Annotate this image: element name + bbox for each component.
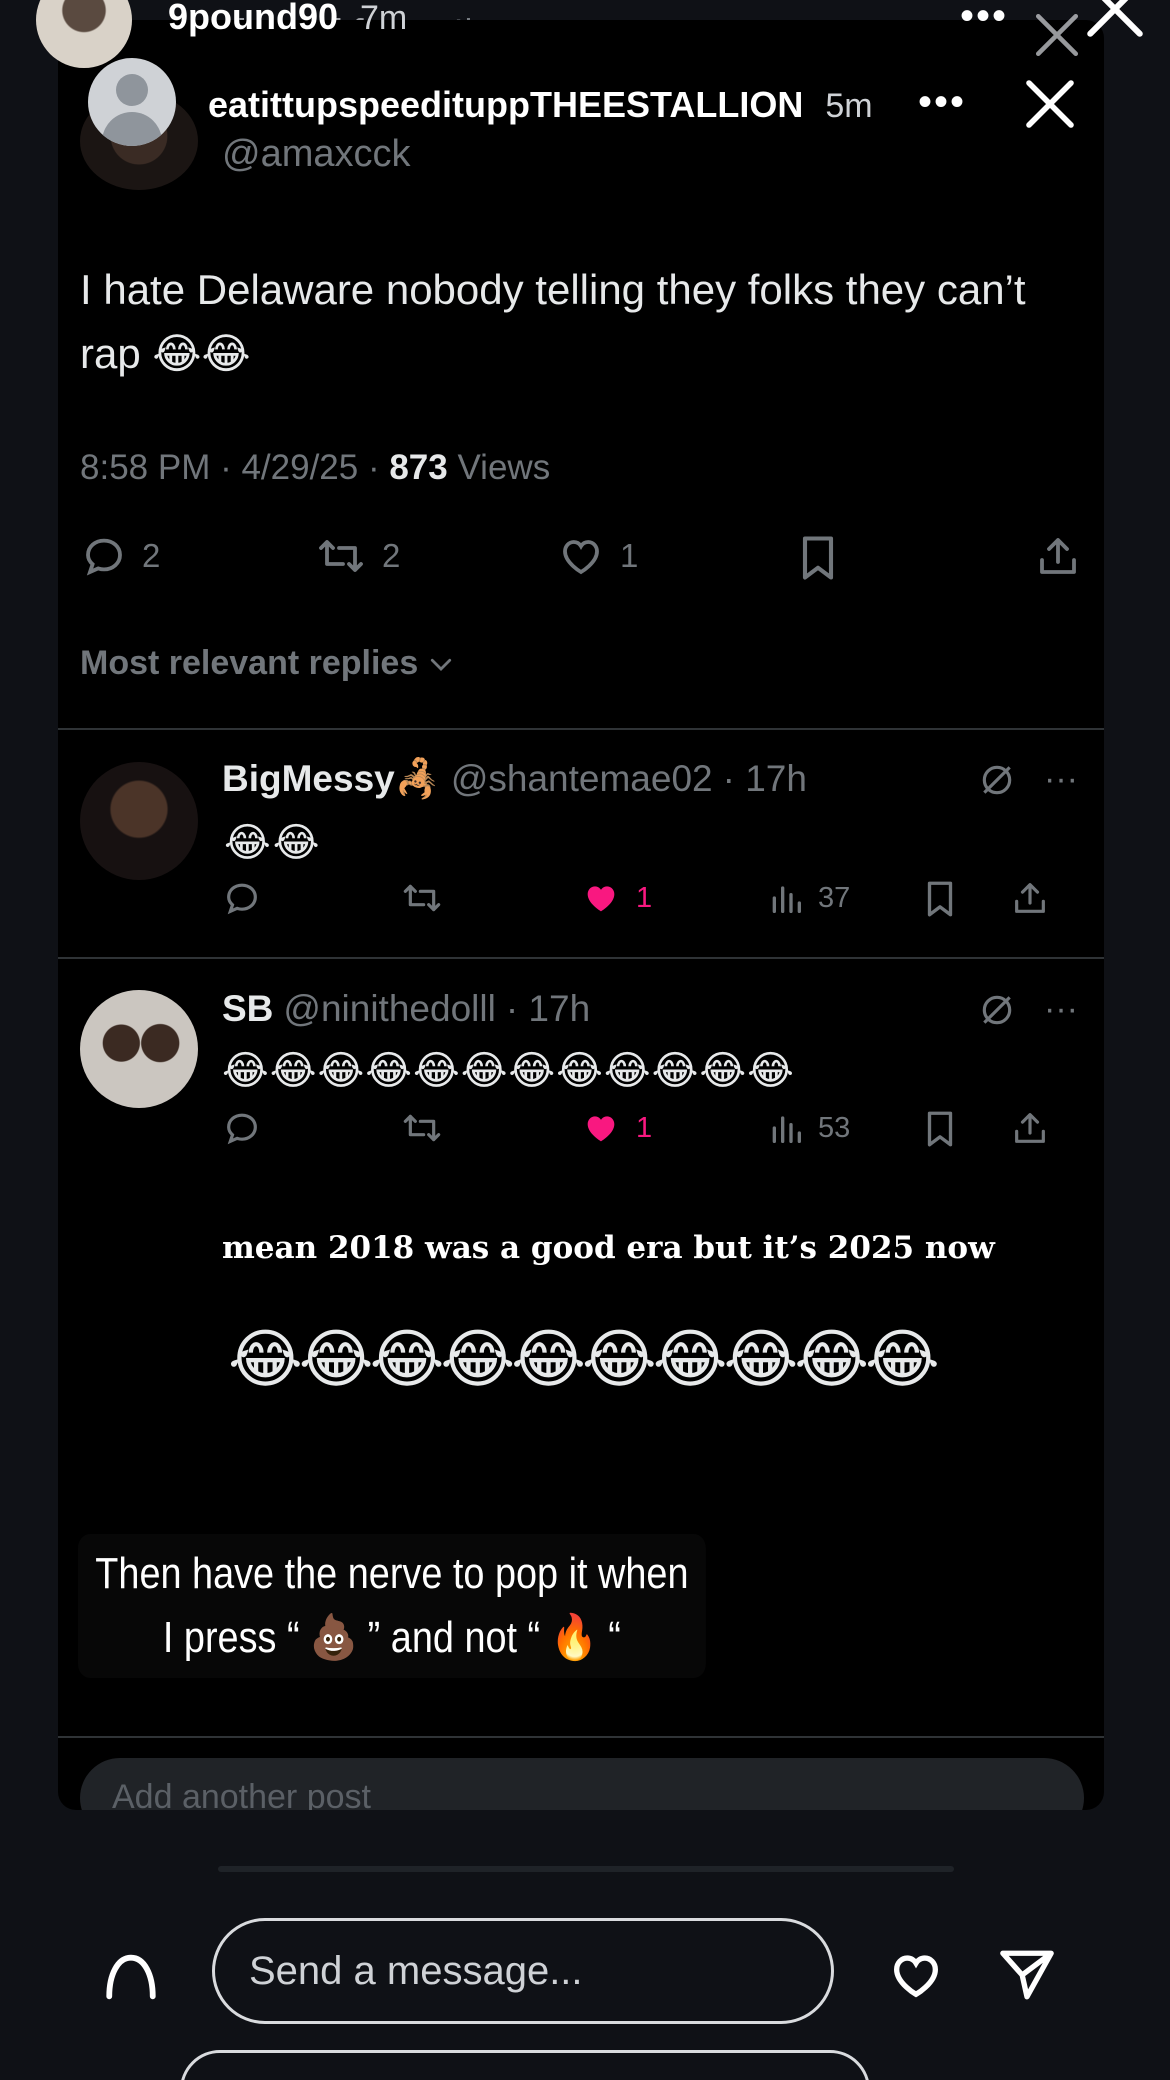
like-count: 1 — [636, 1111, 653, 1144]
tweet-meta: 8:58 PM · 4/29/25 · 873 Views — [80, 448, 550, 488]
repost-button[interactable] — [400, 878, 444, 918]
heart-icon — [587, 886, 615, 912]
bookmark-icon — [927, 881, 953, 917]
share-icon — [1015, 1113, 1045, 1143]
reply-icon — [86, 538, 122, 576]
reply-avatar-bigmessy[interactable] — [80, 762, 198, 880]
story-username[interactable]: 9pound90 — [168, 0, 338, 38]
reply-icon[interactable] — [102, 1948, 160, 2006]
bookmark-button[interactable] — [796, 532, 840, 584]
share-button[interactable] — [1010, 878, 1050, 918]
second-message-input[interactable] — [180, 2050, 870, 2080]
tweet-views-label: Views — [447, 448, 551, 487]
reply-author-handle[interactable]: @ninithedolll — [283, 988, 495, 1030]
repost-icon — [403, 1114, 441, 1142]
like-button[interactable]: 1 — [580, 1108, 652, 1148]
story-time: 7m — [360, 0, 408, 37]
reply-author-handle[interactable]: @shantemae02 — [451, 758, 713, 800]
views-icon — [772, 886, 801, 913]
close-icon[interactable] — [1022, 76, 1078, 132]
reply-icon — [227, 883, 257, 915]
reply-time: · 17h — [505, 988, 591, 1029]
mid-layer-username[interactable]: eatittupspeedituppTHEESTALLION — [208, 84, 803, 126]
mid-layer-user: eatittupspeedituppTHEESTALLION 5m — [208, 84, 873, 126]
mid-layer-time: 5m — [825, 87, 873, 125]
grok-icon[interactable] — [978, 991, 1016, 1029]
replies-sort-dropdown[interactable]: Most relevant replies — [80, 644, 456, 683]
tweet-text: I hate Delaware nobody telling they folk… — [80, 266, 1026, 377]
story-caption-sticker: Then have the nerve to pop it when I pre… — [78, 1534, 706, 1678]
sheet-edge — [218, 1866, 954, 1872]
replies-sort-label: Most relevant replies — [80, 644, 419, 682]
reply-icon — [227, 1113, 257, 1145]
paper-plane-icon[interactable] — [996, 1946, 1058, 2004]
reply-count: 2 — [142, 537, 161, 574]
divider — [58, 957, 1104, 959]
more-icon[interactable]: ··· — [1044, 990, 1078, 1029]
divider — [58, 1736, 1104, 1738]
reply-author-name[interactable]: SB — [222, 988, 273, 1030]
story-user: 9pound90 7m — [168, 0, 407, 38]
divider — [58, 728, 1104, 730]
heart-icon[interactable] — [884, 1946, 948, 2004]
bookmark-button[interactable] — [922, 878, 958, 920]
story-caption-emoji: 😂😂😂😂😂😂😂😂😂😂 — [228, 1323, 940, 1395]
like-count: 1 — [636, 881, 653, 914]
views-button[interactable]: 37 — [768, 878, 850, 918]
reply-actions-sb: 1 53 — [222, 1108, 1092, 1158]
close-icon[interactable] — [1082, 0, 1148, 42]
repost-button[interactable] — [400, 1108, 444, 1148]
reply-header-sb: SB @ninithedolll · 17h — [222, 988, 590, 1030]
like-button[interactable]: 1 — [580, 878, 652, 918]
send-message-input[interactable] — [212, 1918, 834, 2024]
reply-actions-bigmessy: 1 37 — [222, 878, 1092, 928]
story-caption-text: mean 2018 was a good era but it’s 2025 n… — [222, 1230, 995, 1266]
more-icon[interactable]: ••• — [918, 80, 966, 125]
heart-icon — [587, 1116, 615, 1142]
bookmark-icon — [927, 1111, 953, 1147]
reply-avatar-sb[interactable] — [80, 990, 198, 1108]
reply-menu-bigmessy: ··· — [978, 760, 1078, 799]
repost-icon — [319, 540, 363, 572]
repost-button[interactable]: 2 — [314, 532, 400, 580]
like-count: 1 — [620, 537, 639, 574]
view-count: 37 — [818, 881, 851, 914]
repost-icon — [403, 884, 441, 912]
share-button[interactable] — [1034, 532, 1082, 580]
more-icon[interactable]: ··· — [1044, 760, 1078, 799]
like-button[interactable]: 1 — [556, 532, 638, 580]
mid-layer-avatar[interactable] — [88, 58, 176, 146]
share-button[interactable] — [1010, 1108, 1050, 1148]
views-icon — [772, 1116, 801, 1143]
share-icon — [1040, 538, 1076, 574]
add-another-post-input[interactable]: Add another post — [80, 1758, 1084, 1810]
reply-button[interactable] — [222, 878, 262, 918]
view-count: 53 — [818, 1111, 851, 1144]
reply-text: 😂😂😂😂😂😂😂😂😂😂😂😂 — [222, 1049, 795, 1093]
grok-icon[interactable] — [978, 761, 1016, 799]
author-handle[interactable]: @amaxcck — [222, 133, 411, 176]
heart-icon — [563, 540, 599, 575]
bookmark-button[interactable] — [922, 1108, 958, 1150]
reply-button[interactable]: 2 — [80, 532, 160, 580]
reply-time: · 17h — [722, 758, 807, 799]
reply-button[interactable] — [222, 1108, 262, 1148]
bookmark-icon — [802, 536, 834, 580]
tweet-timestamp: 8:58 PM · 4/29/25 · — [80, 448, 390, 487]
reply-text: 😂😂 — [224, 821, 322, 865]
reply-header-bigmessy: BigMessy🦂 @shantemae02 · 17h — [222, 758, 807, 801]
more-icon[interactable]: ••• — [960, 0, 1008, 39]
close-icon — [1035, 13, 1079, 57]
tweet-view-count: 873 — [389, 448, 448, 487]
chevron-down-icon — [431, 658, 452, 671]
share-icon — [1015, 883, 1045, 913]
reply-menu-sb: ··· — [978, 990, 1078, 1029]
repost-count: 2 — [382, 537, 401, 574]
reply-author-name[interactable]: BigMessy🦂 — [222, 758, 441, 801]
views-button[interactable]: 53 — [768, 1108, 850, 1148]
